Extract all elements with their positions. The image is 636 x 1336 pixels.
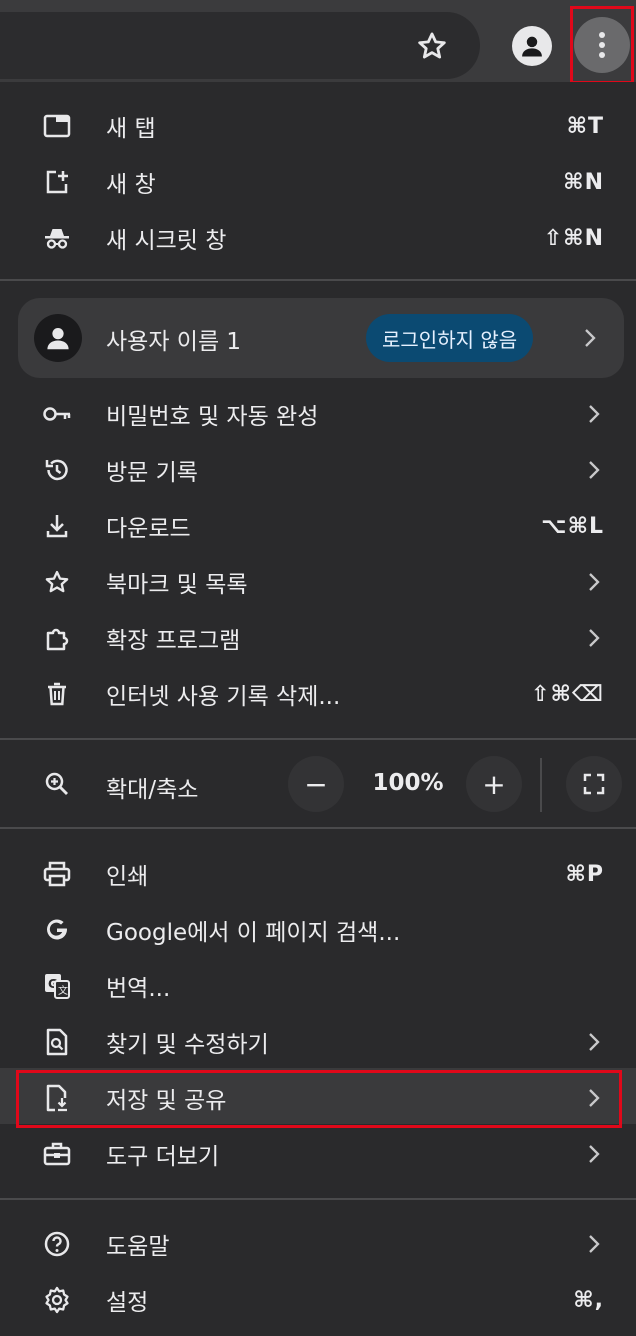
menu-item-label: 방문 기록: [106, 460, 198, 486]
incognito-icon: [42, 224, 72, 252]
menu-item-print[interactable]: 인쇄 ⌘P: [0, 846, 636, 902]
menu-divider: [0, 738, 636, 740]
chevron-right-icon: [578, 326, 602, 350]
browser-toolbar: [0, 0, 636, 84]
svg-text:文: 文: [58, 984, 68, 997]
menu-item-downloads[interactable]: 다운로드 ⌥⌘L: [0, 498, 636, 554]
profile-name: 사용자 이름 1: [106, 329, 242, 355]
menu-divider: [0, 279, 636, 281]
menu-item-settings[interactable]: 설정 ⌘,: [0, 1272, 636, 1328]
menu-item-label: 도움말: [106, 1234, 170, 1260]
menu-divider: [0, 827, 636, 829]
puzzle-icon: [42, 624, 72, 652]
zoom-in-button[interactable]: +: [466, 756, 522, 812]
menu-item-shortcut: ⌥⌘L: [541, 513, 604, 539]
new-tab-icon: [42, 112, 72, 140]
fullscreen-icon: [583, 773, 605, 795]
star-icon: [42, 568, 72, 596]
chevron-right-icon: [582, 1232, 606, 1256]
chevron-right-icon: [582, 626, 606, 650]
menu-item-find-edit[interactable]: 찾기 및 수정하기: [0, 1014, 636, 1070]
zoom-row: 확대/축소 − 100% +: [0, 752, 636, 816]
menu-item-translate[interactable]: G文 번역...: [0, 958, 636, 1014]
chevron-right-icon: [582, 1142, 606, 1166]
menu-item-label: 새 시크릿 창: [106, 228, 227, 254]
menu-item-history[interactable]: 방문 기록: [0, 442, 636, 498]
menu-item-shortcut: ⇧⌘⌫: [531, 681, 604, 707]
menu-item-label: 설정: [106, 1290, 149, 1316]
zoom-label: 확대/축소: [106, 777, 199, 803]
print-icon: [42, 860, 72, 888]
person-icon: [512, 26, 552, 66]
trash-icon: [42, 680, 72, 708]
google-icon: [42, 916, 72, 944]
chevron-right-icon: [582, 402, 606, 426]
menu-item-label: 북마크 및 목록: [106, 572, 248, 598]
fullscreen-button[interactable]: [566, 756, 622, 812]
menu-item-new-window[interactable]: 새 창 ⌘N: [0, 154, 636, 210]
menu-item-label: 인쇄: [106, 864, 149, 890]
menu-item-label: 번역...: [106, 976, 171, 1002]
menu-item-extensions[interactable]: 확장 프로그램: [0, 610, 636, 666]
download-icon: [42, 512, 72, 540]
history-icon: [42, 456, 72, 484]
chevron-right-icon: [582, 570, 606, 594]
translate-icon: G文: [42, 972, 72, 1000]
menu-item-label: 확장 프로그램: [106, 628, 241, 654]
zoom-level: 100%: [372, 770, 444, 796]
menu-item-shortcut: ⇧⌘N: [543, 225, 604, 251]
menu-item-shortcut: ⌘N: [563, 169, 604, 195]
address-bar[interactable]: [0, 12, 480, 79]
profile-row[interactable]: 사용자 이름 1 로그인하지 않음: [18, 298, 624, 378]
menu-item-shortcut: ⌘P: [565, 861, 604, 887]
bookmark-star-button[interactable]: [410, 24, 454, 68]
toolbox-icon: [42, 1140, 72, 1168]
menu-item-passwords-autofill[interactable]: 비밀번호 및 자동 완성: [0, 386, 636, 442]
chrome-menu: 새 탭 ⌘T 새 창 ⌘N 새 시크릿 창 ⇧⌘N 사용자 이름 1 로그인하지…: [0, 82, 636, 1336]
menu-item-label: 새 창: [106, 172, 156, 198]
new-window-icon: [42, 168, 72, 196]
menu-item-search-page-google[interactable]: Google에서 이 페이지 검색...: [0, 902, 636, 958]
chevron-right-icon: [582, 458, 606, 482]
find-page-icon: [42, 1028, 72, 1056]
zoom-divider: [540, 758, 542, 812]
menu-item-clear-browsing-data[interactable]: 인터넷 사용 기록 삭제... ⇧⌘⌫: [0, 666, 636, 722]
menu-item-label: Google에서 이 페이지 검색...: [106, 920, 401, 946]
chrome-menu-button[interactable]: [570, 6, 634, 84]
menu-divider: [0, 1198, 636, 1200]
menu-item-shortcut: ⌘T: [566, 113, 604, 139]
selection-highlight-box: [16, 1070, 622, 1128]
key-icon: [42, 400, 72, 428]
menu-item-help[interactable]: 도움말: [0, 1216, 636, 1272]
menu-item-label: 새 탭: [106, 116, 156, 142]
chevron-right-icon: [582, 1030, 606, 1054]
profile-button[interactable]: [510, 24, 554, 68]
sign-in-status-badge[interactable]: 로그인하지 않음: [366, 314, 534, 362]
three-dots-vertical-icon: [574, 17, 630, 73]
menu-item-label: 도구 더보기: [106, 1144, 220, 1170]
gear-icon: [42, 1286, 72, 1314]
menu-item-new-incognito-window[interactable]: 새 시크릿 창 ⇧⌘N: [0, 210, 636, 266]
menu-item-label: 찾기 및 수정하기: [106, 1032, 269, 1058]
help-icon: [42, 1230, 72, 1258]
menu-item-shortcut: ⌘,: [573, 1287, 604, 1313]
menu-item-more-tools[interactable]: 도구 더보기: [0, 1126, 636, 1182]
zoom-out-button[interactable]: −: [288, 756, 344, 812]
menu-item-label: 비밀번호 및 자동 완성: [106, 404, 319, 430]
zoom-in-icon: [42, 770, 72, 798]
menu-item-bookmarks-lists[interactable]: 북마크 및 목록: [0, 554, 636, 610]
star-icon: [418, 32, 446, 59]
menu-item-new-tab[interactable]: 새 탭 ⌘T: [0, 98, 636, 154]
menu-item-label: 인터넷 사용 기록 삭제...: [106, 684, 341, 710]
avatar-icon: [34, 314, 82, 362]
menu-item-label: 다운로드: [106, 516, 191, 542]
